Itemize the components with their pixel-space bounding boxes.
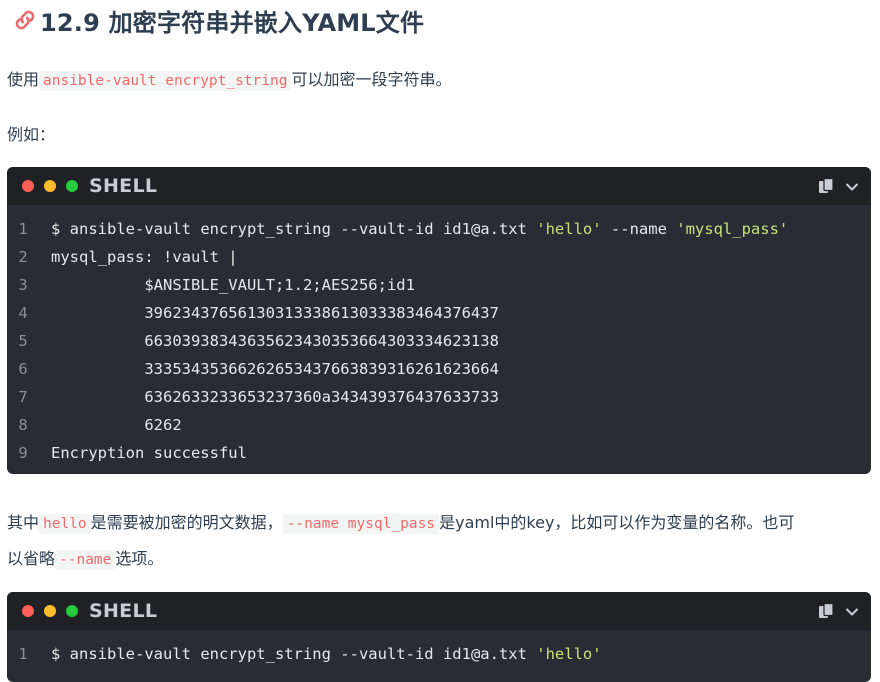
code-text: $ANSIBLE_VAULT;1.2;AES256;id1 bbox=[37, 276, 415, 294]
code-token: 33353435366262653437663839316261623664 bbox=[51, 360, 499, 378]
explanation-text: 是yaml中的key，比如可以作为变量的名称。也可 bbox=[439, 513, 795, 532]
code-string: 'mysql_pass' bbox=[676, 220, 789, 238]
line-number: 2 bbox=[18, 248, 28, 266]
code-token: 39623437656130313338613033383464376437 bbox=[51, 304, 499, 322]
code-text: 39623437656130313338613033383464376437 bbox=[37, 304, 499, 322]
line-number: 6 bbox=[18, 360, 28, 378]
chevron-down-icon[interactable] bbox=[845, 179, 859, 193]
code-text: 66303938343635623430353664303334623138 bbox=[37, 332, 499, 350]
intro-paragraph: 使用 ansible-vault encrypt_string 可以加密一段字符串。 bbox=[7, 66, 452, 91]
inline-code-command: ansible-vault encrypt_string bbox=[39, 71, 292, 91]
code-line: 7 6362633233653237360a343439376437633733 bbox=[7, 383, 871, 411]
code-token: mysql_pass: !vault | bbox=[51, 248, 238, 266]
explanation-text: 选项。 bbox=[115, 549, 164, 568]
code-string: 'hello' bbox=[536, 220, 602, 238]
line-number: 5 bbox=[18, 332, 28, 350]
code-block-2: SHELL 1 $ ansible-vault encrypt_string --… bbox=[7, 592, 871, 682]
code-token: Encryption successful bbox=[51, 444, 247, 462]
code-text: $ ansible-vault encrypt_string --vault-i… bbox=[37, 220, 788, 238]
code-block-header: SHELL bbox=[7, 592, 871, 630]
chevron-down-icon[interactable] bbox=[845, 604, 859, 618]
line-number: 1 bbox=[18, 645, 28, 663]
code-text: mysql_pass: !vault | bbox=[37, 248, 238, 266]
code-string: 'hello' bbox=[536, 645, 602, 663]
window-dot-green bbox=[66, 180, 78, 192]
intro-text-after: 可以加密一段字符串。 bbox=[291, 70, 452, 89]
code-line: 8 6262 bbox=[7, 411, 871, 439]
window-dot-yellow bbox=[44, 180, 56, 192]
code-token: 66303938343635623430353664303334623138 bbox=[51, 332, 499, 350]
intro-text-before: 使用 bbox=[7, 70, 40, 89]
window-dot-red bbox=[22, 180, 34, 192]
code-line: 4 39623437656130313338613033383464376437 bbox=[7, 299, 871, 327]
code-token: --name bbox=[601, 220, 677, 238]
code-line: 2 mysql_pass: !vault | bbox=[7, 243, 871, 271]
code-token: ansible-vault encrypt_string --vault-id … bbox=[69, 645, 537, 663]
line-number: 7 bbox=[18, 388, 28, 406]
copy-icon[interactable] bbox=[817, 602, 835, 620]
code-token: 6262 bbox=[51, 416, 182, 434]
code-text: Encryption successful bbox=[37, 444, 247, 462]
code-block-body: 1 $ ansible-vault encrypt_string --vault-… bbox=[7, 205, 871, 467]
line-number: 3 bbox=[18, 276, 28, 294]
explanation-paragraph-line2: 以省略 --name 选项。 bbox=[7, 545, 164, 570]
code-text: 6362633233653237360a343439376437633733 bbox=[37, 388, 499, 406]
code-token: $ bbox=[51, 645, 70, 663]
explanation-paragraph-line1: 其中 hello 是需要被加密的明文数据， --name mysql_pass 是yam… bbox=[7, 509, 795, 534]
line-number: 4 bbox=[18, 304, 28, 322]
line-number: 9 bbox=[18, 444, 28, 462]
code-line: 1 $ ansible-vault encrypt_string --vault-… bbox=[7, 215, 871, 243]
explanation-text: 是需要被加密的明文数据， bbox=[90, 513, 283, 532]
example-label: 例如： bbox=[7, 125, 56, 144]
code-language-label: SHELL bbox=[89, 600, 158, 622]
code-token: 6362633233653237360a343439376437633733 bbox=[51, 388, 499, 406]
window-dot-green bbox=[66, 605, 78, 617]
section-heading: 12.9 加密字符串并嵌入YAML文件 bbox=[12, 2, 424, 38]
page: 12.9 加密字符串并嵌入YAML文件 使用 ansible-vault encr… bbox=[0, 0, 880, 682]
page-title: 12.9 加密字符串并嵌入YAML文件 bbox=[40, 8, 425, 37]
line-number: 8 bbox=[18, 416, 28, 434]
inline-code-hello: hello bbox=[39, 514, 91, 534]
code-language-label: SHELL bbox=[89, 175, 158, 197]
window-dot-red bbox=[22, 605, 34, 617]
code-token: $ANSIBLE_VAULT;1.2;AES256;id1 bbox=[51, 276, 415, 294]
explanation-text: 以省略 bbox=[7, 549, 56, 568]
code-text: 6262 bbox=[37, 416, 182, 434]
explanation-text: 其中 bbox=[7, 513, 40, 532]
copy-icon[interactable] bbox=[817, 177, 835, 195]
code-block-header: SHELL bbox=[7, 167, 871, 205]
code-line: 9 Encryption successful bbox=[7, 439, 871, 467]
code-text: 33353435366262653437663839316261623664 bbox=[37, 360, 499, 378]
code-block-body: 1 $ ansible-vault encrypt_string --vault-… bbox=[7, 630, 871, 668]
code-token: $ bbox=[51, 220, 70, 238]
code-block-1: SHELL 1 $ ansible-vault encrypt_string --… bbox=[7, 167, 871, 474]
inline-code-name-flag: --name bbox=[55, 550, 116, 570]
code-line: 3 $ANSIBLE_VAULT;1.2;AES256;id1 bbox=[7, 271, 871, 299]
code-text: $ ansible-vault encrypt_string --vault-i… bbox=[37, 645, 602, 663]
link-icon[interactable] bbox=[12, 7, 38, 33]
code-token: ansible-vault encrypt_string --vault-id … bbox=[69, 220, 537, 238]
code-line: 1 $ ansible-vault encrypt_string --vault-… bbox=[7, 640, 871, 668]
inline-code-name-option: --name mysql_pass bbox=[282, 514, 440, 534]
window-dot-yellow bbox=[44, 605, 56, 617]
code-line: 6 33353435366262653437663839316261623664 bbox=[7, 355, 871, 383]
line-number: 1 bbox=[18, 220, 28, 238]
code-line: 5 66303938343635623430353664303334623138 bbox=[7, 327, 871, 355]
